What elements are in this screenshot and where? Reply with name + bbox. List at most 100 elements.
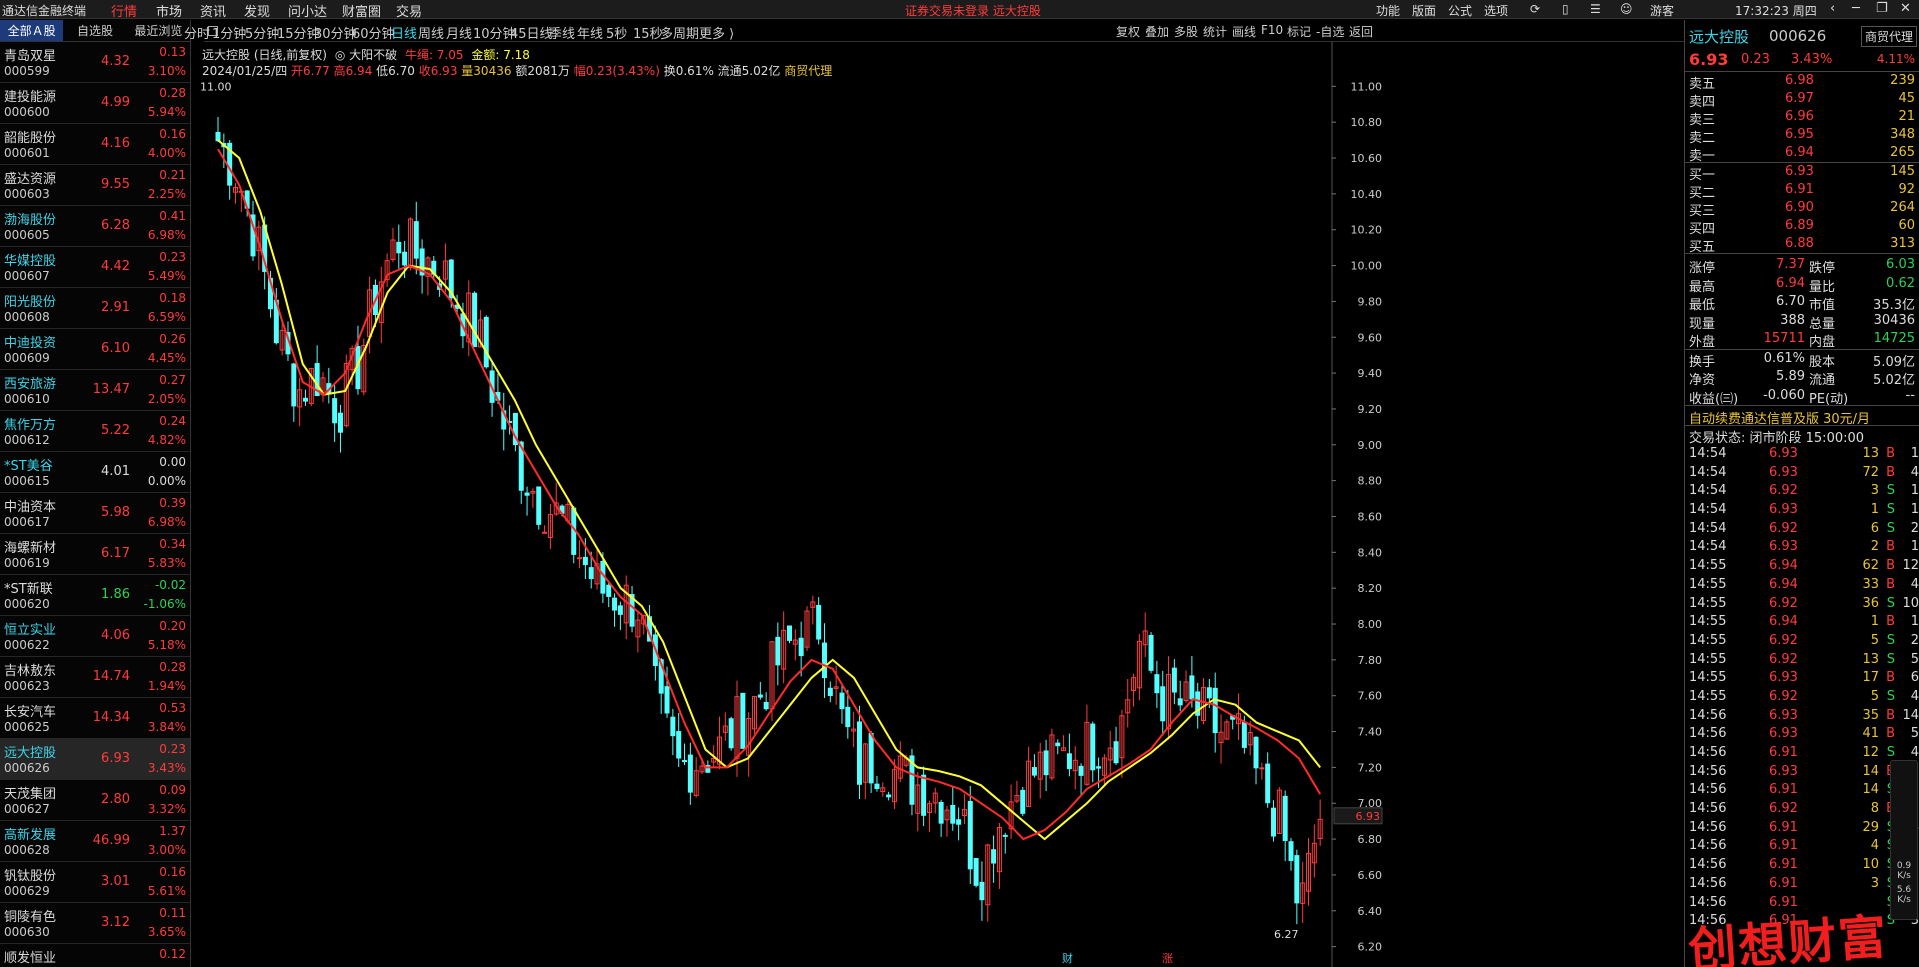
- candle-body: [472, 292, 478, 348]
- tool-stats[interactable]: 统计: [1203, 23, 1227, 40]
- menu-layout[interactable]: 版面: [1412, 2, 1436, 19]
- user-icon[interactable]: ☺: [1620, 2, 1633, 16]
- bid-row[interactable]: 买二 6.91 92: [1685, 181, 1919, 201]
- kline-chart-area[interactable]: 11.00 10.80 10.60 10.40 10.20 10.00 9.80 9.60 9.…: [192, 42, 1684, 967]
- minimize-icon[interactable]: ─: [1852, 1, 1860, 16]
- ask-row[interactable]: 卖二 6.95 348: [1685, 126, 1919, 146]
- stock-price: 5.22: [101, 423, 130, 438]
- stock-pct: 5.49%: [147, 269, 186, 283]
- stock-row[interactable]: 建投能源 000600 4.99 0.28 5.94%: [0, 83, 190, 124]
- stock-row[interactable]: 高新发展 000628 46.99 1.37 3.00%: [0, 821, 190, 862]
- phone-icon[interactable]: ▯: [1562, 2, 1569, 16]
- period-5sec[interactable]: 5秒: [606, 23, 627, 42]
- stock-row[interactable]: 西安旅游 000610 13.47 0.27 2.05%: [0, 370, 190, 411]
- stock-row[interactable]: 青岛双星 000599 4.32 0.13 3.10%: [0, 42, 190, 83]
- menu-function[interactable]: 功能: [1376, 2, 1400, 19]
- stock-row[interactable]: 远大控股 000626 6.93 0.23 3.43%: [0, 739, 190, 780]
- stock-row[interactable]: 渤海股份 000605 6.28 0.41 6.98%: [0, 206, 190, 247]
- menu-ask[interactable]: 问小达: [288, 1, 327, 20]
- ask-row[interactable]: 卖五 6.98 239: [1685, 72, 1919, 92]
- tab-recent[interactable]: 最近浏览: [127, 20, 190, 41]
- tool-drawline[interactable]: 画线: [1232, 23, 1256, 40]
- tick-side: B: [1886, 707, 1895, 723]
- stock-row[interactable]: 盛达资源 000603 9.55 0.21 2.25%: [0, 165, 190, 206]
- stock-row[interactable]: 天茂集团 000627 2.80 0.09 3.32%: [0, 780, 190, 821]
- stock-row[interactable]: *ST新联 000620 1.86 -0.02 -1.06%: [0, 575, 190, 616]
- menu-discover[interactable]: 发现: [244, 1, 270, 20]
- stock-row[interactable]: 恒立实业 000622 4.06 0.20 5.18%: [0, 616, 190, 657]
- period-15sec[interactable]: 15秒: [633, 23, 663, 42]
- stock-row[interactable]: 华媒控股 000607 4.42 0.23 5.49%: [0, 247, 190, 288]
- period-multi[interactable]: 多周期: [660, 23, 699, 42]
- chat-icon[interactable]: ☰: [1590, 2, 1601, 16]
- close-icon[interactable]: ✕: [1900, 1, 1911, 16]
- stock-name: *ST新联: [4, 582, 53, 597]
- stock-row[interactable]: 韶能股份 000601 4.16 0.16 4.00%: [0, 124, 190, 165]
- stock-row[interactable]: 钒钛股份 000629 3.01 0.16 5.61%: [0, 862, 190, 903]
- tool-remove-watch[interactable]: -自选: [1316, 23, 1344, 40]
- period-yearly[interactable]: 年线: [577, 23, 603, 42]
- network-speed-widget[interactable]: 0.9 K/s 5.6 K/s: [1890, 760, 1918, 920]
- bid-row[interactable]: 买五 6.88 313: [1685, 235, 1919, 255]
- back-icon[interactable]: ‹: [1830, 1, 1835, 16]
- tool-adjust[interactable]: 复权: [1116, 23, 1140, 40]
- tick-count: 6: [1910, 670, 1919, 686]
- tab-watchlist[interactable]: 自选股: [63, 20, 126, 41]
- tool-mark[interactable]: 标记: [1287, 23, 1311, 40]
- tool-overlay[interactable]: 叠加: [1145, 23, 1169, 40]
- period-timeshare[interactable]: 分时: [184, 23, 210, 42]
- restore-icon[interactable]: ❐: [1876, 1, 1888, 16]
- subscription-ad[interactable]: 自动续费通达信普及版 30元/月: [1685, 405, 1919, 427]
- menu-formula[interactable]: 公式: [1448, 2, 1472, 19]
- menu-news[interactable]: 资讯: [200, 1, 226, 20]
- candle-body: [786, 625, 792, 641]
- ask-row[interactable]: 卖一 6.94 265: [1685, 144, 1919, 164]
- kline-chart[interactable]: 11.00 10.80 10.60 10.40 10.20 10.00 9.80 9.60 9.…: [192, 42, 1684, 967]
- tool-f10[interactable]: F10: [1261, 23, 1283, 37]
- stock-name: 中迪投资: [4, 336, 57, 351]
- refresh-icon[interactable]: ⟳: [1530, 2, 1540, 16]
- bid-row[interactable]: 买四 6.89 60: [1685, 217, 1919, 237]
- menu-wealth-circle[interactable]: 财富圈: [342, 1, 381, 20]
- ask-row[interactable]: 卖四 6.97 45: [1685, 90, 1919, 110]
- period-daily[interactable]: 日线: [391, 23, 417, 42]
- stock-row[interactable]: 中油资本 000617 5.98 0.39 6.98%: [0, 493, 190, 534]
- stock-row[interactable]: 顺发恒业 0.12: [0, 944, 190, 967]
- stock-row[interactable]: *ST美谷 000615 4.01 0.00 0.00%: [0, 452, 190, 493]
- tab-all-a-shares[interactable]: 全部Ａ股: [0, 20, 64, 41]
- bid-row[interactable]: 买三 6.90 264: [1685, 199, 1919, 219]
- stock-row[interactable]: 长安汽车 000625 14.34 0.53 3.84%: [0, 698, 190, 739]
- ask-row[interactable]: 卖三 6.96 21: [1685, 108, 1919, 128]
- tick-price: 6.91: [1769, 875, 1798, 891]
- period-quarterly[interactable]: 季线: [549, 23, 575, 42]
- bid-row[interactable]: 买一 6.93 145: [1685, 163, 1919, 183]
- period-30min[interactable]: 30分钟: [314, 23, 357, 42]
- menu-quotes[interactable]: 行情: [111, 1, 137, 20]
- y-tick-label: 9.20: [1358, 403, 1383, 416]
- stock-row[interactable]: 阳光股份 000608 2.91 0.18 6.59%: [0, 288, 190, 329]
- stock-row[interactable]: 焦作万方 000612 5.22 0.24 4.82%: [0, 411, 190, 452]
- period-1min[interactable]: 1分钟: [212, 23, 246, 42]
- period-60min[interactable]: 60分钟: [352, 23, 395, 42]
- menu-market[interactable]: 市场: [156, 1, 182, 20]
- stock-row[interactable]: 吉林敖东 000623 14.74 0.28 1.94%: [0, 657, 190, 698]
- period-weekly[interactable]: 周线: [418, 23, 444, 42]
- stock-row[interactable]: 中迪投资 000609 6.10 0.26 4.45%: [0, 329, 190, 370]
- user-name[interactable]: 游客: [1650, 2, 1674, 19]
- stock-rows: 青岛双星 000599 4.32 0.13 3.10% 建投能源 000600 4.99 0.2…: [0, 42, 190, 967]
- menu-trade[interactable]: 交易: [396, 1, 422, 20]
- period-5min[interactable]: 5分钟: [245, 23, 279, 42]
- sector-badge[interactable]: 商贸代理: [1860, 26, 1917, 47]
- tick-time: 14:56: [1689, 801, 1727, 817]
- tool-multistock[interactable]: 多股: [1174, 23, 1198, 40]
- candle-body: [1171, 667, 1177, 693]
- tick-time: 14:56: [1689, 875, 1727, 891]
- stock-row[interactable]: 铜陵有色 000630 3.12 0.11 3.65%: [0, 903, 190, 944]
- period-more[interactable]: 更多 ⟩: [699, 23, 734, 42]
- tool-back[interactable]: 返回: [1349, 23, 1373, 40]
- y-tick-label: 10.20: [1351, 224, 1383, 237]
- menu-options[interactable]: 选项: [1484, 2, 1508, 19]
- period-45day[interactable]: 45日线: [510, 23, 553, 42]
- period-monthly[interactable]: 月线: [446, 23, 472, 42]
- stock-row[interactable]: 海螺新材 000619 6.17 0.34 5.83%: [0, 534, 190, 575]
